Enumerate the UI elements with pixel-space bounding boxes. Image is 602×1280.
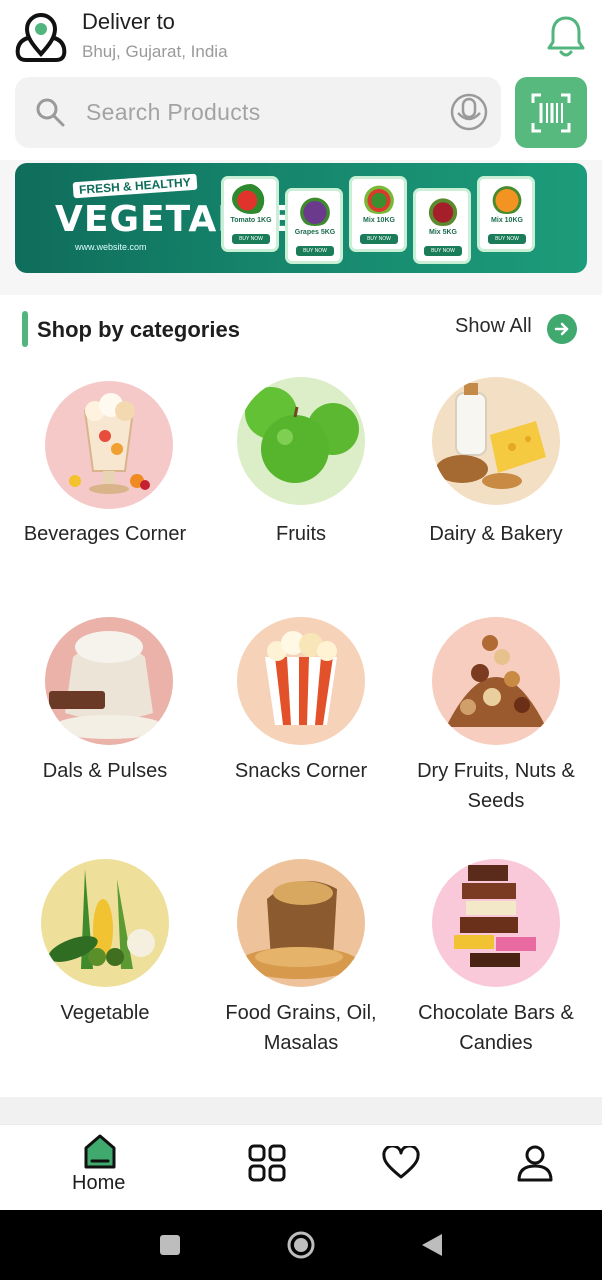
category-fruits[interactable]: Fruits — [203, 373, 399, 563]
category-image — [45, 617, 173, 745]
show-all-link[interactable]: Show All — [455, 315, 532, 338]
show-all-button[interactable] — [547, 314, 577, 344]
category-label: Fruits — [276, 523, 326, 545]
category-label: Dry Fruits, Nuts & Seeds — [417, 760, 575, 812]
next-section-peek — [0, 1097, 602, 1125]
categories-section: Shop by categories Show All Beverages Co… — [0, 295, 602, 1097]
arrow-right-icon — [554, 322, 569, 336]
location-pin-icon[interactable] — [12, 10, 70, 64]
category-image — [45, 381, 173, 509]
banner-tag: FRESH & HEALTHY — [72, 173, 198, 199]
popcorn-icon — [265, 631, 337, 725]
category-vegetable[interactable]: Vegetable — [7, 855, 203, 1085]
category-dairy-bakery[interactable]: Dairy & Bakery — [398, 373, 594, 563]
mixed-veg-image — [360, 184, 398, 214]
orange-image — [488, 184, 526, 214]
nav-categories[interactable] — [248, 1144, 286, 1182]
category-label: Snacks Corner — [234, 760, 368, 782]
tomato-image — [232, 184, 270, 214]
dairy-bakery-icon — [436, 383, 546, 489]
category-image — [432, 859, 560, 987]
app-header: Deliver to Bhuj, Gujarat, India Search P… — [0, 0, 602, 160]
category-label: Food Grains, Oil, Masalas — [225, 1002, 377, 1054]
category-image — [237, 859, 365, 987]
nuts-icon — [446, 635, 546, 727]
beverage-glass-icon — [69, 393, 150, 494]
search-input[interactable]: Search Products — [86, 99, 261, 126]
user-icon — [517, 1145, 553, 1182]
pomegranate-image — [424, 196, 462, 226]
category-chocolates[interactable]: Chocolate Bars & Candies — [398, 855, 594, 1085]
category-image — [237, 377, 365, 505]
barcode-scan-button[interactable] — [515, 77, 587, 148]
banner-website: www.website.com — [75, 242, 147, 252]
chocolate-icon — [454, 865, 536, 967]
section-title: Shop by categories — [37, 317, 240, 342]
bottom-navigation: Home — [0, 1124, 602, 1210]
search-bar[interactable]: Search Products — [15, 77, 501, 148]
category-label: Vegetable — [60, 1002, 150, 1024]
voice-search-icon[interactable] — [449, 91, 489, 133]
category-image — [41, 859, 169, 987]
category-image — [432, 617, 560, 745]
grid-icon — [248, 1144, 286, 1182]
back-icon[interactable] — [420, 1232, 444, 1258]
recent-apps-icon[interactable] — [159, 1234, 181, 1256]
nav-home-label[interactable]: Home — [72, 1172, 125, 1195]
banner-product-card: Mix 10KG BUY NOW — [349, 176, 407, 252]
home-system-icon[interactable] — [286, 1230, 316, 1260]
category-food-grains[interactable]: Food Grains, Oil, Masalas — [203, 855, 399, 1085]
deliver-to-title[interactable]: Deliver to — [82, 9, 175, 35]
category-label: Dairy & Bakery — [429, 523, 563, 545]
category-image — [237, 617, 365, 745]
search-icon — [36, 98, 65, 127]
nav-wishlist[interactable] — [382, 1144, 420, 1180]
system-navigation-bar — [0, 1210, 602, 1280]
category-dry-fruits[interactable]: Dry Fruits, Nuts & Seeds — [398, 613, 594, 843]
sack-icon — [49, 631, 165, 739]
category-label: Dals & Pulses — [42, 760, 168, 782]
notification-bell-icon[interactable] — [545, 14, 587, 60]
category-dals-pulses[interactable]: Dals & Pulses — [7, 613, 203, 843]
banner-product-card: Tomato 1KG BUY NOW — [221, 176, 279, 252]
grapes-image — [296, 196, 334, 226]
category-snacks[interactable]: Snacks Corner — [203, 613, 399, 843]
category-label: Chocolate Bars & Candies — [418, 1002, 574, 1054]
category-image — [432, 377, 560, 505]
banner-product-card: Mix 10KG BUY NOW — [477, 176, 535, 252]
app-screen: Deliver to Bhuj, Gujarat, India Search P… — [0, 0, 602, 1280]
nav-home[interactable] — [82, 1133, 118, 1173]
delivery-location[interactable]: Bhuj, Gujarat, India — [82, 42, 228, 62]
section-accent-bar — [22, 311, 28, 347]
nav-profile[interactable] — [516, 1144, 554, 1182]
banner-product-card: Mix 5KG BUY NOW — [413, 188, 471, 264]
heart-icon — [382, 1144, 420, 1179]
apple-icon — [245, 387, 359, 483]
home-icon — [84, 1134, 116, 1169]
banner-product-card: Grapes 5KG BUY NOW — [285, 188, 343, 264]
category-label: Beverages Corner — [23, 523, 187, 545]
category-beverages[interactable]: Beverages Corner — [7, 373, 203, 563]
barcode-scan-icon — [531, 93, 571, 133]
grain-sack-icon — [239, 881, 359, 979]
promo-banner[interactable]: FRESH & HEALTHY VEGETABLE www.website.co… — [15, 163, 587, 273]
vegetable-icon — [48, 869, 155, 969]
